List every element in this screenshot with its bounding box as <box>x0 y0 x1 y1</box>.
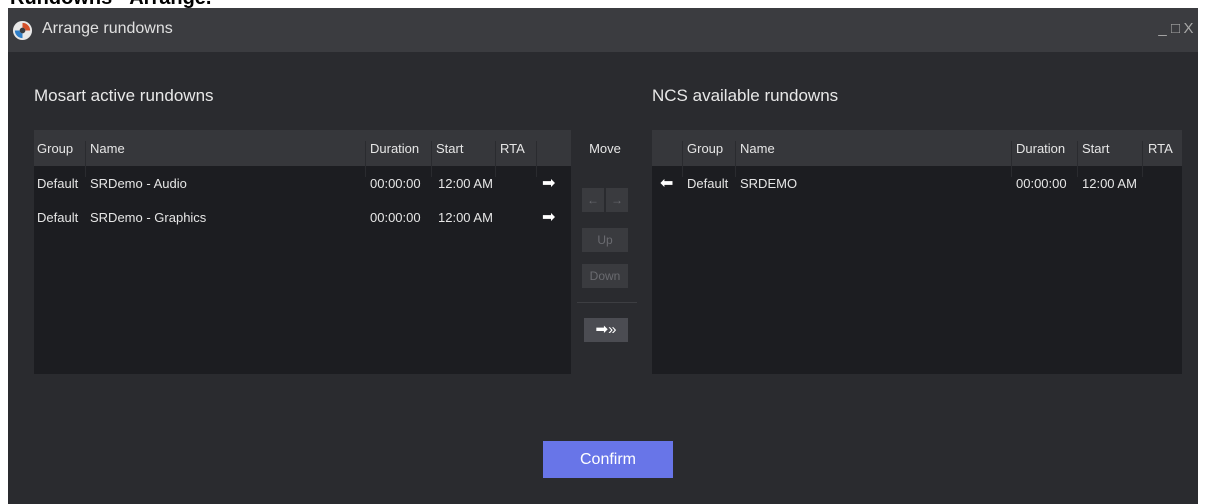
page-heading: Rundowns - Arrange. <box>10 0 410 8</box>
title-bar: Arrange rundowns _ □ X <box>8 8 1198 52</box>
minimize-button[interactable]: _ <box>1157 20 1168 37</box>
confirm-button[interactable]: Confirm <box>543 441 673 478</box>
row-name: SRDEMO <box>740 176 798 191</box>
header-group[interactable]: Group <box>687 141 723 156</box>
divider <box>577 302 637 303</box>
move-up-button[interactable]: Up <box>582 228 628 252</box>
header-rta[interactable]: RTA <box>500 141 525 156</box>
move-right-button[interactable]: → <box>606 188 628 212</box>
row-duration: 00:00:00 <box>370 176 421 191</box>
row-duration: 00:00:00 <box>1016 176 1067 191</box>
row-name: SRDemo - Audio <box>90 176 187 191</box>
header-name[interactable]: Name <box>90 141 125 156</box>
header-duration[interactable]: Duration <box>370 141 419 156</box>
mosart-rundowns-table: Group Name Duration Start RTA Default SR… <box>34 130 571 374</box>
row-start: 12:00 AM <box>438 210 493 225</box>
move-left-button[interactable]: ← <box>582 188 604 212</box>
ncs-section-title: NCS available rundowns <box>652 86 839 105</box>
app-logo-icon <box>12 20 33 41</box>
move-right-arrow-icon[interactable]: ➡ <box>542 173 555 193</box>
mosart-table-header: Group Name Duration Start RTA <box>34 130 571 177</box>
row-group: Default <box>687 176 729 191</box>
move-left-arrow-icon[interactable]: ⬅ <box>660 173 673 193</box>
close-button[interactable]: X <box>1183 20 1194 37</box>
row-name: SRDemo - Graphics <box>90 210 207 225</box>
header-start[interactable]: Start <box>436 141 463 156</box>
mosart-section-title: Mosart active rundowns <box>34 86 214 105</box>
row-start: 12:00 AM <box>438 176 493 191</box>
table-row[interactable]: Default SRDemo - Graphics 00:00:00 12:00… <box>34 200 571 234</box>
header-group[interactable]: Group <box>37 141 73 156</box>
window-title: Arrange rundowns <box>42 20 173 37</box>
maximize-button[interactable]: □ <box>1170 20 1181 37</box>
window-controls: _ □ X <box>1157 20 1194 37</box>
row-duration: 00:00:00 <box>370 210 421 225</box>
move-down-button[interactable]: Down <box>582 264 628 288</box>
move-right-arrow-icon[interactable]: ➡ <box>542 207 555 227</box>
arrange-rundowns-dialog: Arrange rundowns _ □ X Mosart active run… <box>8 8 1198 504</box>
header-rta[interactable]: RTA <box>1148 141 1173 156</box>
row-start: 12:00 AM <box>1082 176 1137 191</box>
header-start[interactable]: Start <box>1082 141 1109 156</box>
table-row[interactable]: ⬅ Default SRDEMO 00:00:00 12:00 AM <box>652 166 1182 200</box>
ncs-rundowns-table: Group Name Duration Start RTA ⬅ Default … <box>652 130 1182 374</box>
row-group: Default <box>37 210 79 225</box>
header-duration[interactable]: Duration <box>1016 141 1065 156</box>
move-all-button[interactable]: ➡» <box>584 318 628 342</box>
table-row[interactable]: Default SRDemo - Audio 00:00:00 12:00 AM… <box>34 166 571 200</box>
header-name[interactable]: Name <box>740 141 775 156</box>
ncs-table-header: Group Name Duration Start RTA <box>652 130 1182 177</box>
row-group: Default <box>37 176 79 191</box>
move-label: Move <box>589 141 621 156</box>
